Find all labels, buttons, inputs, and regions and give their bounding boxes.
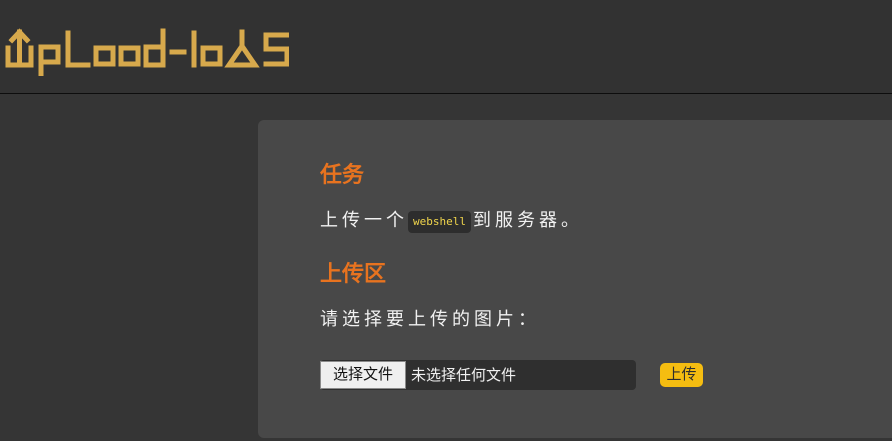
task-description: 上传一个 webshell 到服务器。 (320, 207, 583, 235)
code-snippet: webshell (408, 211, 471, 233)
upload-area-heading: 上传区 (320, 262, 387, 287)
upload-submit-button[interactable]: 上传 (660, 363, 703, 387)
site-header (0, 0, 892, 94)
task-text-before: 上传一个 (320, 210, 408, 231)
task-text-after: 到服务器。 (472, 210, 583, 231)
logo-wordmark (5, 28, 289, 76)
site-logo[interactable] (4, 24, 289, 76)
file-input[interactable]: 选择文件 未选择任何文件 (320, 360, 636, 390)
file-status-text: 未选择任何文件 (411, 366, 517, 384)
upload-prompt: 请选择要上传的图片： (320, 309, 540, 330)
main-card: 任务 上传一个 webshell 到服务器。 上传区 请选择要上传的图片： 选择文件… (258, 120, 892, 438)
choose-file-button[interactable]: 选择文件 (320, 361, 406, 389)
task-heading: 任务 (320, 163, 365, 188)
